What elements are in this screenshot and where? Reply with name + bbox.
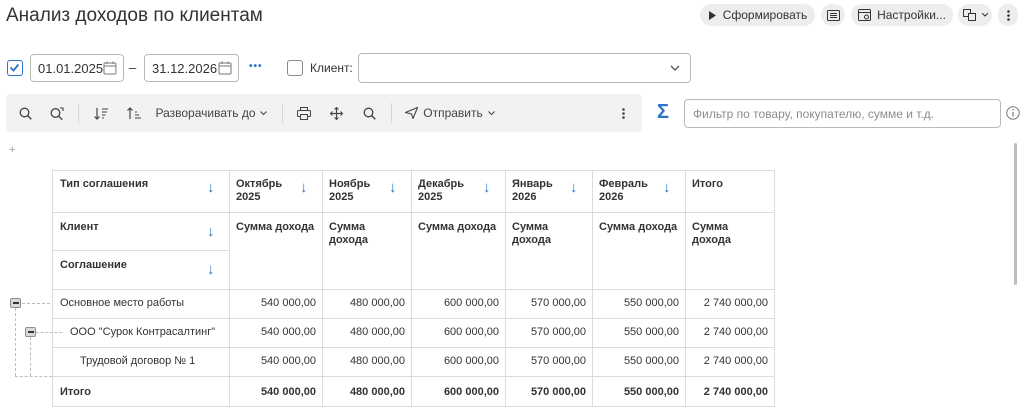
header-month: Февраль 2026 [599, 178, 648, 203]
amount-cell: 600 000,00 [443, 355, 499, 367]
amount-cell: 550 000,00 [623, 355, 679, 367]
total-cell: 600 000,00 [443, 386, 499, 398]
report-table: Тип соглашения ↓ Клиент ↓ Соглашение ↓ О… [0, 0, 1024, 417]
header-month: Январь 2026 [512, 178, 553, 203]
collapse-toggle[interactable] [10, 298, 21, 308]
amount-cell: 480 000,00 [349, 297, 405, 309]
total-cell: 550 000,00 [623, 386, 679, 398]
measure-header: Сумма дохода [329, 221, 368, 246]
header-month: Ноябрь 2025 [329, 178, 371, 203]
amount-cell: 2 740 000,00 [703, 297, 768, 309]
sort-arrow-down-icon[interactable]: ↓ [570, 180, 578, 195]
header-total: Итого [692, 178, 724, 190]
sort-arrow-down-icon[interactable]: ↓ [300, 180, 308, 195]
amount-cell: 600 000,00 [443, 297, 499, 309]
sort-arrow-down-icon[interactable]: ↓ [483, 180, 491, 195]
vertical-scrollbar[interactable] [1014, 143, 1017, 285]
amount-cell: 570 000,00 [530, 297, 586, 309]
header-agreement-type: Тип соглашения [60, 178, 149, 190]
total-cell: 2 740 000,00 [703, 386, 768, 398]
row-label: Трудовой договор № 1 [80, 355, 196, 367]
total-cell: 570 000,00 [530, 386, 586, 398]
measure-header: Сумма дохода [599, 221, 678, 233]
total-cell: 480 000,00 [349, 386, 405, 398]
amount-cell: 480 000,00 [349, 326, 405, 338]
header-agreement: Соглашение [60, 259, 127, 271]
sort-arrow-down-icon[interactable]: ↓ [663, 180, 671, 195]
amount-cell: 570 000,00 [530, 326, 586, 338]
total-cell: 540 000,00 [260, 386, 316, 398]
amount-cell: 2 740 000,00 [703, 355, 768, 367]
amount-cell: 2 740 000,00 [703, 326, 768, 338]
sort-arrow-down-icon[interactable]: ↓ [207, 224, 215, 239]
header-month: Декабрь 2025 [418, 178, 464, 203]
amount-cell: 480 000,00 [349, 355, 405, 367]
measure-header: Сумма дохода [692, 221, 731, 246]
measure-header: Сумма дохода [418, 221, 497, 233]
amount-cell: 540 000,00 [260, 355, 316, 367]
amount-cell: 540 000,00 [260, 297, 316, 309]
measure-header: Сумма дохода [236, 221, 315, 233]
amount-cell: 550 000,00 [623, 326, 679, 338]
amount-cell: 550 000,00 [623, 297, 679, 309]
sort-arrow-down-icon[interactable]: ↓ [207, 180, 215, 195]
collapse-toggle[interactable] [25, 327, 36, 337]
header-client: Клиент [60, 221, 99, 233]
measure-header: Сумма дохода [512, 221, 551, 246]
row-label: Основное место работы [60, 297, 185, 309]
amount-cell: 570 000,00 [530, 355, 586, 367]
header-month: Октябрь 2025 [236, 178, 283, 203]
amount-cell: 600 000,00 [443, 326, 499, 338]
amount-cell: 540 000,00 [260, 326, 316, 338]
row-label: ООО "Сурок Контрасалтинг" [70, 326, 216, 338]
total-row-label: Итого [60, 386, 92, 398]
sort-arrow-down-icon[interactable]: ↓ [207, 262, 215, 277]
sort-arrow-down-icon[interactable]: ↓ [389, 180, 397, 195]
